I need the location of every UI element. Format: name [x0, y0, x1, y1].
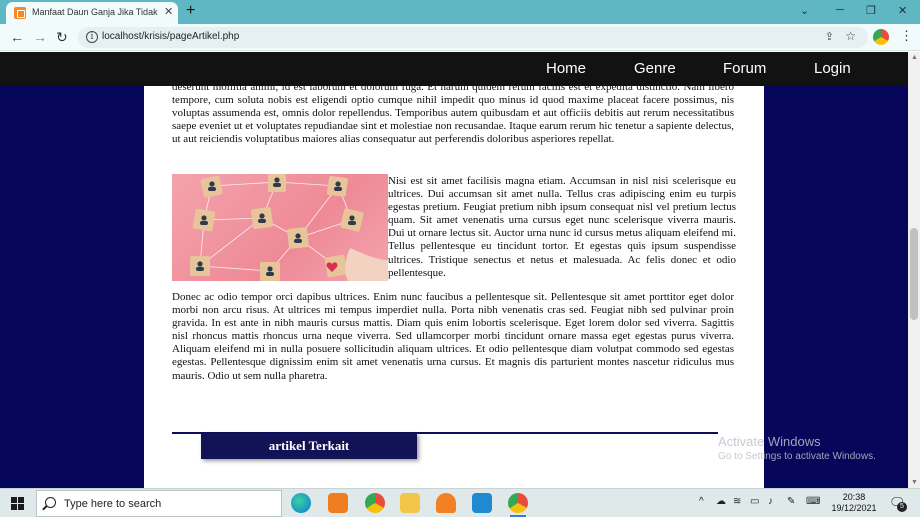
pen-icon[interactable]: ✎ [787, 496, 795, 507]
browser-tab-strip: Manfaat Daun Ganja Jika Tidak d ✕ + ⌄ ─ … [0, 0, 920, 24]
url-text[interactable]: localhost/krisis/pageArtikel.php [102, 31, 239, 42]
profile-avatar-icon[interactable] [873, 29, 889, 45]
search-icon [45, 497, 56, 508]
close-window-button[interactable]: ✕ [898, 4, 907, 17]
address-bar[interactable]: i localhost/krisis/pageArtikel.php ⇪ ☆ [78, 27, 868, 48]
taskbar-search-box[interactable]: Type here to search [36, 490, 282, 517]
cloud-icon[interactable]: ☁ [716, 496, 726, 507]
back-button[interactable]: ← [10, 29, 24, 45]
page-viewport: Home Genre Forum Login deserunt mollitia… [0, 52, 908, 488]
browser-tab-active[interactable]: Manfaat Daun Ganja Jika Tidak d ✕ [6, 2, 178, 24]
bookmark-star-icon[interactable]: ☆ [845, 29, 856, 43]
scroll-up-icon[interactable]: ▲ [911, 54, 918, 61]
nav-link-genre[interactable]: Genre [634, 60, 676, 77]
reload-button[interactable]: ↻ [56, 29, 68, 46]
chrome-active-icon[interactable] [508, 493, 528, 517]
windows-taskbar: Type here to search ^ ☁ ≋ ▭ ♪ ✎ ⌨ 20:38 … [0, 488, 920, 517]
vscode-icon[interactable] [472, 493, 492, 513]
tab-search-chevron-icon[interactable]: ⌄ [800, 4, 809, 17]
scrollbar-thumb[interactable] [910, 228, 918, 320]
nav-link-login[interactable]: Login [814, 60, 851, 77]
search-placeholder: Type here to search [64, 498, 162, 510]
restore-button[interactable]: ❐ [866, 4, 876, 17]
site-info-icon[interactable]: i [86, 31, 98, 43]
share-icon[interactable]: ⇪ [825, 30, 834, 43]
new-tab-button[interactable]: + [186, 2, 195, 20]
article-paragraph: Nisi est sit amet facilisis magna etiam.… [388, 175, 736, 279]
watermark-subtitle: Go to Settings to activate Windows. [718, 451, 876, 462]
tab-title: Manfaat Daun Ganja Jika Tidak d [32, 7, 158, 17]
volume-icon[interactable]: ♪ [768, 496, 773, 507]
tab-close-icon[interactable]: ✕ [164, 5, 173, 18]
tray-chevron-icon[interactable]: ^ [699, 496, 704, 507]
browser-menu-icon[interactable]: ⋮ [900, 28, 913, 44]
article-container: deserunt mollitia animi, id est laborum … [144, 81, 764, 488]
notification-count-badge: 5 [897, 502, 907, 512]
xampp-icon[interactable] [328, 493, 348, 513]
keyboard-icon[interactable]: ⌨ [806, 496, 820, 507]
battery-icon[interactable]: ▭ [750, 496, 759, 507]
activate-windows-watermark: Activate Windows Go to Settings to activ… [718, 434, 876, 462]
windows-start-icon[interactable] [11, 497, 24, 510]
nav-link-home[interactable]: Home [546, 60, 586, 77]
soundcloud-icon[interactable] [436, 493, 456, 513]
article-paragraph: Donec ac odio tempor orci dapibus ultric… [172, 291, 734, 382]
scroll-down-icon[interactable]: ▼ [911, 479, 918, 486]
xampp-favicon-icon [14, 7, 26, 19]
page-scrollbar[interactable]: ▲ ▼ [908, 52, 920, 488]
watermark-title: Activate Windows [718, 434, 821, 449]
nav-link-forum[interactable]: Forum [723, 60, 766, 77]
network-people-illustration [190, 174, 388, 281]
file-explorer-icon[interactable] [400, 493, 420, 513]
minimize-button[interactable]: ─ [836, 4, 844, 16]
clock-date: 19/12/2021 [831, 503, 877, 513]
article-image [172, 174, 388, 281]
taskbar-clock[interactable]: 20:38 19/12/2021 [826, 492, 882, 514]
chrome-icon[interactable] [365, 493, 385, 513]
browser-toolbar: ← → ↻ i localhost/krisis/pageArtikel.php… [0, 24, 920, 51]
related-articles-heading[interactable]: artikel Terkait [201, 433, 417, 459]
clock-time: 20:38 [842, 492, 866, 502]
article-paragraph: deserunt mollitia animi, id est laborum … [172, 81, 734, 146]
edge-icon[interactable] [291, 493, 311, 513]
forward-button[interactable]: → [33, 29, 47, 45]
wifi-icon[interactable]: ≋ [733, 496, 741, 507]
